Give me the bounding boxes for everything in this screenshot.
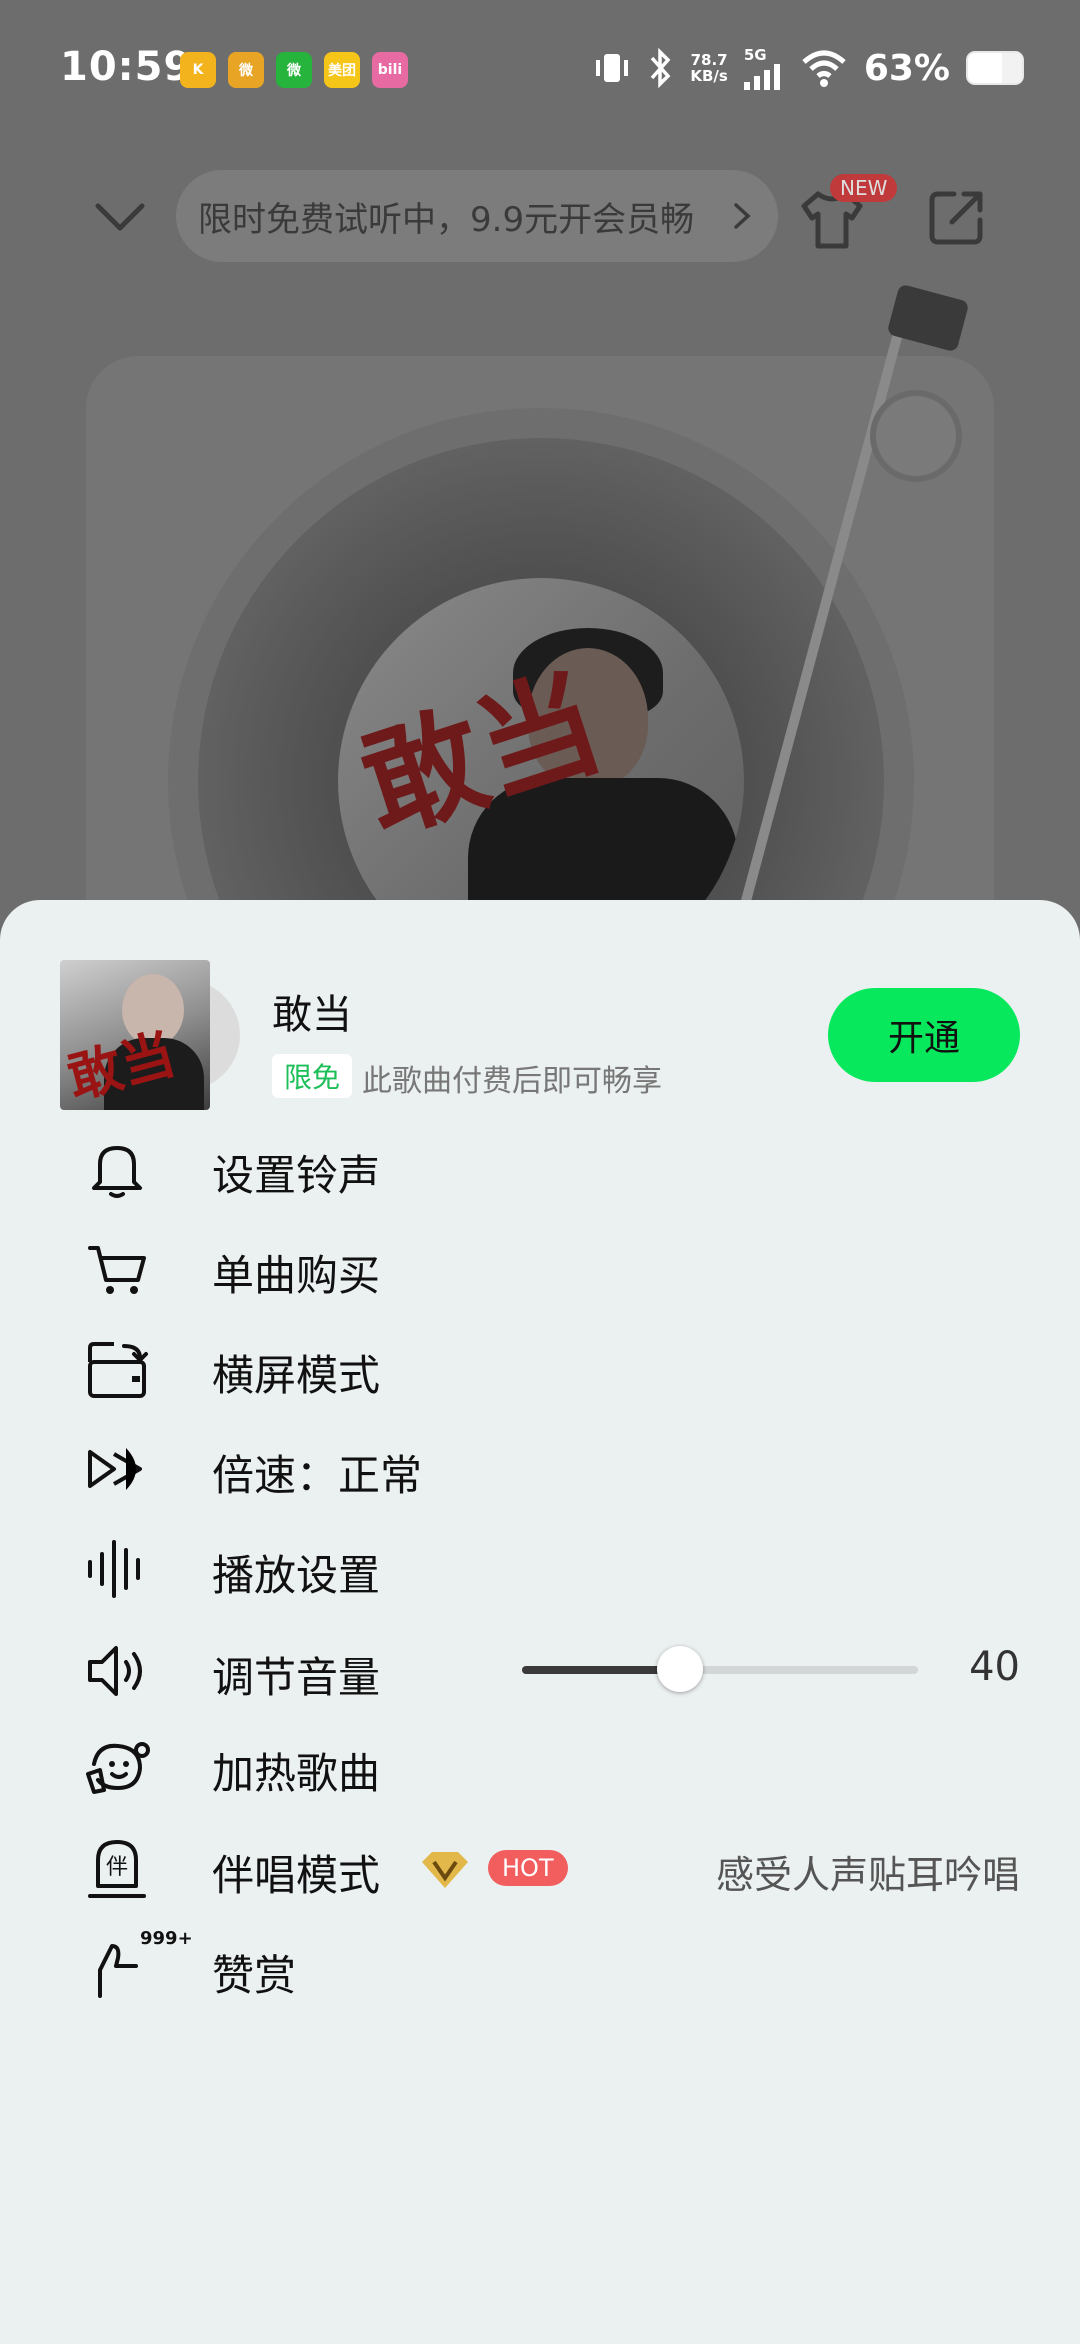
- meituan-icon: 美团: [324, 52, 360, 88]
- boost-mascot-icon: [86, 1742, 150, 1794]
- volume-slider[interactable]: [522, 1646, 918, 1692]
- volume-value: 40: [969, 1644, 1020, 1690]
- speaker-icon: [88, 1646, 142, 1696]
- weibo-icon: 微: [228, 52, 264, 88]
- svg-text:伴: 伴: [106, 1855, 128, 1880]
- menu-label-like: 赞赏: [212, 1951, 297, 2000]
- menu-item-boost[interactable]: 加热歌曲: [0, 1712, 1080, 1822]
- notification-icons: K 微 微 美团 bili: [180, 52, 408, 88]
- wifi-icon: [802, 50, 846, 87]
- cart-icon: [88, 1246, 146, 1294]
- song-info-row: 敢当 敢当 限免 此歌曲付费后即可畅享 开通: [0, 960, 1080, 1110]
- menu-item-ringtone[interactable]: 设置铃声: [0, 1114, 1080, 1224]
- open-vip-button[interactable]: 开通: [828, 988, 1020, 1082]
- accompany-icon: 伴: [88, 1840, 146, 1898]
- song-subtitle: 此歌曲付费后即可畅享: [362, 1064, 662, 1099]
- song-title: 敢当: [272, 992, 352, 1038]
- tonearm-base: [870, 390, 962, 482]
- menu-label-buy: 单曲购买: [212, 1251, 381, 1300]
- menu-item-volume: 调节音量 40: [0, 1616, 1080, 1726]
- song-cover: 敢当: [60, 960, 210, 1110]
- vibrate-icon: [596, 54, 629, 82]
- fast-forward-icon: [88, 1448, 142, 1490]
- menu-item-playback-settings[interactable]: 播放设置: [0, 1514, 1080, 1624]
- wechat-icon: 微: [276, 52, 312, 88]
- menu-label-accompany: 伴唱模式: [212, 1851, 381, 1900]
- bell-icon: [92, 1146, 142, 1198]
- menu-label-volume: 调节音量: [212, 1653, 381, 1702]
- menu-label-playback-settings: 播放设置: [212, 1551, 381, 1600]
- net-speed-value: 78.7: [690, 51, 728, 69]
- status-time: 10:59: [60, 44, 193, 90]
- net-speed-unit: KB/s: [690, 67, 728, 85]
- net-speed: 78.7 KB/s: [690, 52, 727, 84]
- hot-badge: HOT: [488, 1850, 568, 1886]
- soundwave-icon: [88, 1540, 140, 1598]
- more-options-sheet: 敢当 敢当 限免 此歌曲付费后即可畅享 开通 设置铃声 单曲购买 横屏模式 倍速…: [0, 900, 1080, 2344]
- chevron-down-icon[interactable]: [92, 188, 148, 244]
- menu-label-ringtone: 设置铃声: [212, 1151, 381, 1200]
- rotate-screen-icon: [88, 1342, 148, 1398]
- cell-signal: 5G: [743, 46, 784, 90]
- network-type: 5G: [743, 46, 767, 64]
- new-badge: NEW: [830, 174, 898, 202]
- player-header: 限时免费试听中，9.9元开会员畅 NEW: [0, 170, 1080, 262]
- menu-item-like[interactable]: 999+ 赞赏: [0, 1914, 1080, 2024]
- volume-thumb[interactable]: [657, 1646, 704, 1692]
- menu-label-boost: 加热歌曲: [212, 1749, 381, 1798]
- bluetooth-icon: [651, 48, 671, 88]
- menu-item-landscape[interactable]: 横屏模式: [0, 1314, 1080, 1424]
- status-right: 78.7 KB/s 5G 63%: [592, 46, 1024, 90]
- menu-item-buy[interactable]: 单曲购买: [0, 1214, 1080, 1324]
- menu-label-landscape: 横屏模式: [212, 1351, 381, 1400]
- kugou-icon: K: [180, 52, 216, 88]
- status-bar: 10:59 K 微 微 美团 bili 78.7 KB/s 5G 63%: [0, 0, 1080, 140]
- like-count: 999+: [140, 1928, 193, 1949]
- menu-item-accompany[interactable]: 伴 伴唱模式 HOT 感受人声贴耳吟唱: [0, 1814, 1080, 1924]
- promo-text: 限时免费试听中，9.9元开会员畅: [198, 199, 695, 240]
- free-badge: 限免: [272, 1054, 353, 1098]
- bilibili-icon: bili: [372, 52, 408, 88]
- menu-item-speed[interactable]: 倍速：正常: [0, 1414, 1080, 1524]
- battery-percent: 63%: [863, 47, 950, 89]
- menu-label-speed: 倍速：正常: [212, 1451, 423, 1500]
- accompany-description: 感受人声贴耳吟唱: [715, 1853, 1020, 1897]
- chevron-right-icon: [734, 203, 751, 229]
- promo-banner[interactable]: 限时免费试听中，9.9元开会员畅: [176, 170, 778, 262]
- vip-diamond-icon: [422, 1852, 468, 1888]
- battery-fill: [968, 53, 1003, 83]
- signal-icon: [743, 64, 780, 90]
- battery-icon: [966, 51, 1024, 85]
- share-icon[interactable]: [924, 184, 990, 250]
